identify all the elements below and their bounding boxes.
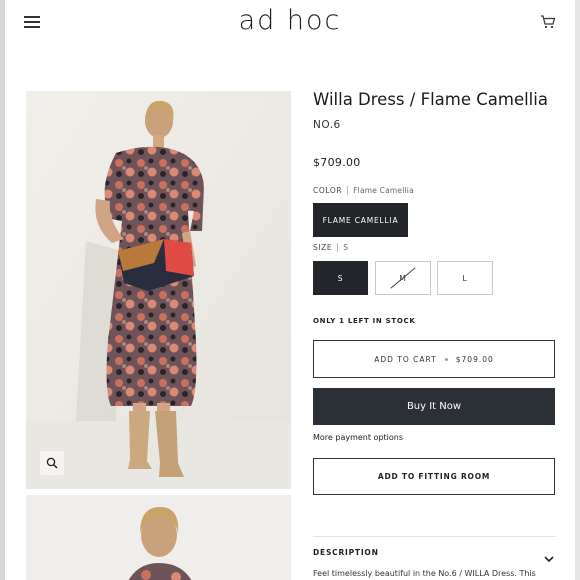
label-divider [347, 186, 349, 195]
site-logo[interactable]: ad hoc [0, 5, 580, 36]
product-sku: NO.6 [313, 119, 341, 131]
product-title: Willa Dress / Flame Camellia [313, 90, 548, 109]
size-option-l[interactable]: L [437, 261, 493, 295]
size-selected-value: S [343, 243, 349, 252]
size-option-label: SIZE S [313, 243, 348, 252]
shopping-cart-icon[interactable] [540, 14, 556, 30]
sold-out-strike [390, 267, 416, 289]
add-to-cart-label: ADD TO CART [374, 354, 437, 364]
size-label: SIZE [313, 243, 333, 252]
size-option-text: L [462, 273, 468, 283]
description-text: Feel timelessly beautiful in the No.6 / … [313, 569, 536, 578]
add-to-cart-button[interactable]: ADD TO CART $709.00 [313, 340, 555, 378]
size-option-text: S [337, 273, 344, 283]
stock-notice: ONLY 1 LEFT IN STOCK [313, 317, 416, 325]
page-edge-right [575, 0, 580, 580]
page-edge-left [0, 0, 5, 580]
color-option-flame-camellia[interactable]: FLAME CAMELLIA [313, 203, 408, 237]
site-header: ad hoc [0, 0, 580, 48]
buy-it-now-button[interactable]: Buy It Now [313, 388, 555, 425]
color-option-label: COLOR Flame Camellia [313, 186, 414, 195]
size-option-m[interactable]: M [375, 261, 431, 295]
product-secondary-image[interactable] [26, 495, 291, 580]
chevron-down-icon [544, 548, 554, 567]
add-to-fitting-room-button[interactable]: ADD TO FITTING ROOM [313, 458, 555, 495]
color-selected-value: Flame Camellia [353, 186, 414, 195]
product-price: $709.00 [313, 156, 361, 169]
add-to-cart-price: $709.00 [455, 354, 494, 364]
description-heading: DESCRIPTION [313, 548, 379, 557]
more-payment-options-link[interactable]: More payment options [313, 433, 403, 442]
description-accordion-toggle[interactable]: DESCRIPTION [313, 546, 556, 563]
magnifier-icon [46, 454, 58, 473]
zoom-button[interactable] [40, 451, 64, 475]
color-option-label-text: FLAME CAMELLIA [322, 215, 399, 225]
label-divider [337, 243, 339, 252]
separator-dot [444, 357, 448, 361]
color-label: COLOR [313, 186, 343, 195]
product-main-image[interactable] [26, 91, 291, 489]
size-option-s[interactable]: S [313, 261, 368, 295]
section-divider [313, 536, 556, 537]
